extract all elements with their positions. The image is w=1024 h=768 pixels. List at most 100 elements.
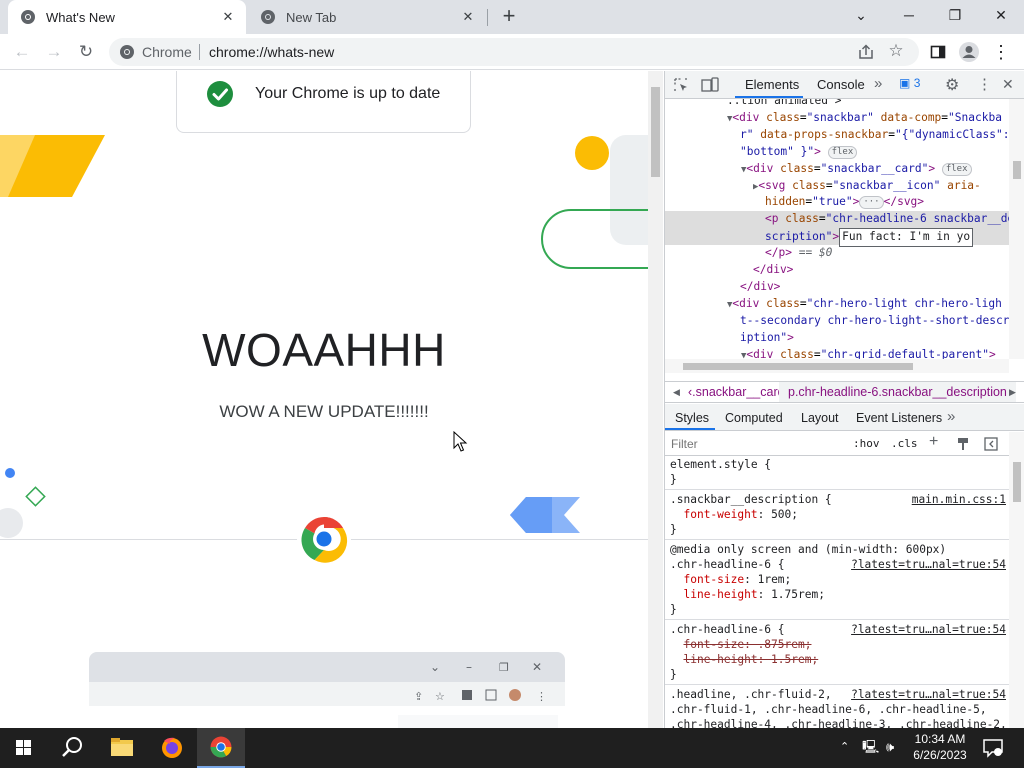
close-devtools-icon[interactable]: ✕ [1002, 76, 1014, 93]
minimize-button[interactable]: ─ [886, 4, 932, 28]
dom-line[interactable]: iption"> [665, 330, 1009, 347]
styles-scrollbar[interactable] [1009, 432, 1024, 728]
style-rule-line[interactable]: line-height: 1.75rem; [670, 587, 1008, 602]
breadcrumb-item-snackbar-card[interactable]: ‹.snackbar__card [688, 382, 785, 402]
rule-source-link[interactable]: ?latest=tru…nal=true:54 [851, 687, 1006, 702]
tab-elements[interactable]: Elements [745, 77, 799, 92]
dom-hscroll-thumb[interactable] [683, 363, 913, 370]
close-tab-icon[interactable]: ✕ [220, 9, 236, 25]
dom-line[interactable]: </div> [665, 262, 1009, 279]
dom-line[interactable]: </div> [665, 279, 1009, 296]
dom-line[interactable]: "bottom" }"> flex [665, 144, 1009, 161]
dom-horizontal-scrollbar[interactable] [665, 359, 1009, 373]
dom-line[interactable]: t--secondary chr-hero-light--short-descr [665, 313, 1009, 330]
notifications-icon[interactable] [982, 738, 1004, 758]
dom-line-selected[interactable]: <p class="chr-headline-6 snackbar__de [665, 211, 1009, 229]
styles-scroll-thumb[interactable] [1013, 462, 1021, 502]
style-rule-line[interactable]: } [670, 472, 1008, 487]
class-toggle[interactable]: .cls [891, 437, 918, 450]
menu-kebab-icon[interactable]: ⋮ [989, 40, 1013, 64]
hover-state-toggle[interactable]: :hov [853, 437, 880, 450]
dom-scroll-thumb[interactable] [1013, 161, 1021, 179]
page-scrollbar[interactable] [648, 71, 663, 728]
more-styles-tabs-icon[interactable]: » [947, 408, 955, 425]
share-icon[interactable] [855, 41, 877, 63]
profile-avatar-icon[interactable] [957, 40, 981, 64]
dom-tree[interactable]: ..tion animated"> ▼<div class="snackbar" … [665, 99, 1009, 359]
side-panel-icon[interactable] [926, 40, 950, 64]
dom-line[interactable]: r" data-props-snackbar="{"dynamicClass": [665, 127, 1009, 144]
style-rule-line[interactable]: } [670, 602, 1008, 617]
toggle-sidebar-icon[interactable] [984, 437, 998, 451]
rule-source-link[interactable]: ?latest=tru…nal=true:54 [851, 622, 1006, 637]
issues-badge[interactable]: ▣ 3 [896, 76, 923, 93]
dom-vertical-scrollbar[interactable] [1009, 99, 1024, 359]
close-tab-icon[interactable]: ✕ [460, 9, 476, 25]
tab-event-listeners[interactable]: Event Listeners [856, 411, 942, 425]
style-rule-line[interactable]: .snackbar__description {main.min.css:1 [670, 492, 1008, 507]
inspect-element-icon[interactable] [673, 77, 689, 93]
style-rule-line[interactable]: line-height: 1.5rem; [670, 652, 1008, 667]
tab-layout[interactable]: Layout [801, 411, 839, 425]
style-rule-line[interactable]: } [670, 667, 1008, 682]
dom-line[interactable]: ▶<svg class="snackbar__icon" aria- [665, 178, 1009, 195]
more-tabs-icon[interactable]: » [874, 75, 882, 92]
page-scroll-thumb[interactable] [651, 87, 660, 177]
style-rule-line[interactable]: font-size: 1rem; [670, 572, 1008, 587]
style-rule-line[interactable]: font-size: .875rem; [670, 637, 1008, 652]
style-rule-line[interactable]: @media only screen and (min-width: 600px… [670, 542, 1008, 557]
firefox-icon[interactable] [148, 728, 196, 768]
tab-search-chevron-icon[interactable]: ⌄ [838, 4, 884, 28]
dom-line[interactable]: ▼<div class="chr-grid-default-parent"> [665, 347, 1009, 360]
styles-rules-list[interactable]: element.style {} .snackbar__description {… [665, 457, 1009, 728]
style-rule-line[interactable]: .chr-headline-4, .chr-headline-3, .chr-h… [670, 717, 1008, 728]
style-rule-line[interactable]: .chr-fluid-1, .chr-headline-6, .chr-head… [670, 702, 1008, 717]
windows-start-icon[interactable] [0, 728, 48, 768]
style-rule-line[interactable]: element.style { [670, 457, 1008, 472]
paint-brush-icon[interactable] [956, 437, 970, 451]
crumb-scroll-right-icon[interactable]: ▶ [1009, 382, 1016, 402]
tab-console[interactable]: Console [817, 77, 865, 92]
style-rule-line[interactable]: font-weight: 500; [670, 507, 1008, 522]
search-icon[interactable] [48, 728, 96, 768]
taskbar-clock[interactable]: 10:34 AM 6/26/2023 [905, 731, 975, 763]
settings-gear-icon[interactable]: ⚙ [945, 75, 959, 95]
reload-icon[interactable]: ↻ [74, 40, 98, 64]
style-rule-line[interactable]: .chr-headline-6 {?latest=tru…nal=true:54 [670, 622, 1008, 637]
breadcrumb-item-description[interactable]: p.chr-headline-6.snackbar__description [779, 382, 1016, 402]
dom-line[interactable]: ▼<div class="chr-hero-light chr-hero-lig… [665, 296, 1009, 313]
close-window-button[interactable]: ✕ [978, 4, 1024, 28]
tray-overflow-chevron-icon[interactable]: ⌃ [840, 739, 849, 755]
address-bar[interactable]: Chrome chrome://whats-new ☆ [109, 38, 919, 66]
device-toolbar-icon[interactable] [701, 77, 719, 93]
tab-styles[interactable]: Styles [675, 411, 709, 425]
file-explorer-icon[interactable] [98, 728, 146, 768]
rule-source-link[interactable]: ?latest=tru…nal=true:54 [851, 557, 1006, 572]
rule-source-link[interactable]: main.min.css:1 [912, 492, 1006, 507]
back-arrow-icon[interactable]: ← [10, 40, 34, 64]
forward-arrow-icon[interactable]: → [42, 40, 66, 64]
crumb-scroll-left-icon[interactable]: ◀ [673, 382, 680, 402]
devtools-menu-icon[interactable]: ⋮ [977, 75, 992, 93]
styles-filter-input[interactable] [671, 435, 841, 453]
new-rule-plus-icon[interactable]: + [929, 433, 938, 451]
style-rule-line[interactable]: .headline, .chr-fluid-2, ?latest=tru…nal=… [670, 687, 1008, 702]
dom-line[interactable]: ..tion animated"> [665, 99, 1009, 110]
dom-line[interactable]: hidden="true"> ··· </svg> [665, 194, 1009, 211]
text-edit-box[interactable]: Fun fact: I'm in yo [839, 228, 974, 247]
url-text[interactable]: chrome://whats-new [209, 44, 334, 60]
tab-new-tab[interactable]: New Tab ✕ [248, 0, 486, 34]
style-rule-line[interactable]: .chr-headline-6 {?latest=tru…nal=true:54 [670, 557, 1008, 572]
tab-computed[interactable]: Computed [725, 411, 783, 425]
network-icon[interactable]: 🖳 [862, 739, 879, 755]
dom-line[interactable]: ▼<div class="snackbar" data-comp="Snackb… [665, 110, 1009, 127]
dom-line[interactable]: ▼<div class="snackbar__card"> flex [665, 161, 1009, 178]
new-tab-button[interactable]: + [496, 5, 522, 29]
style-rule-line[interactable]: } [670, 522, 1008, 537]
volume-icon[interactable]: 🕪 [886, 739, 894, 755]
bookmark-star-icon[interactable]: ☆ [885, 40, 907, 62]
tab-whats-new[interactable]: What's New ✕ [8, 0, 246, 34]
restore-button[interactable]: ❐ [932, 4, 978, 28]
dom-line[interactable]: </p> == $0 [665, 245, 1009, 262]
dom-line-selected[interactable]: scription"> Fun fact: I'm in yo [665, 228, 1009, 247]
